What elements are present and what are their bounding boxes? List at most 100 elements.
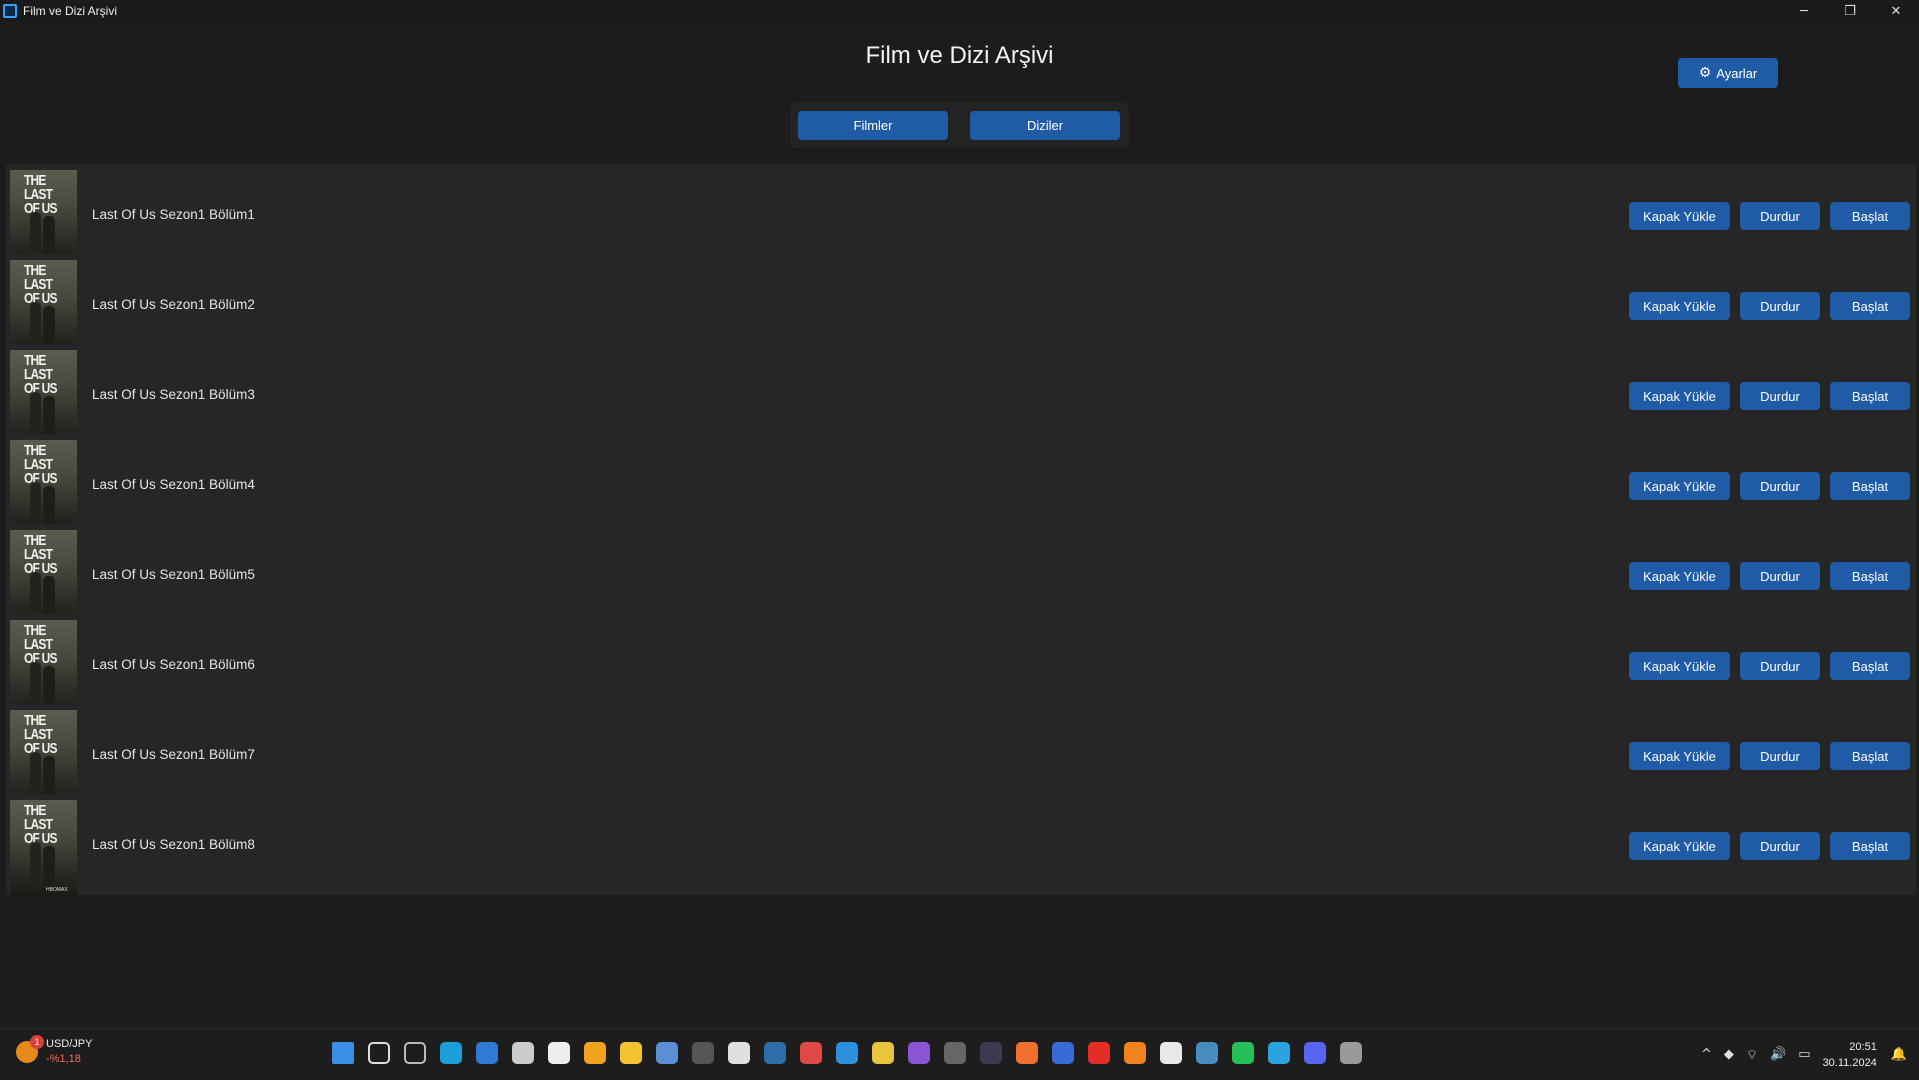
whatsapp-icon[interactable] <box>1228 1038 1258 1068</box>
currency-widget[interactable]: 1 USD/JPY -%1,18 <box>16 1035 92 1067</box>
load-cover-button[interactable]: Kapak Yükle <box>1629 562 1730 590</box>
wifi-icon[interactable]: ⌔ <box>1746 1047 1758 1063</box>
stop-button[interactable]: Durdur <box>1740 382 1820 410</box>
episode-title: Last Of Us Sezon1 Bölüm6 <box>92 657 255 672</box>
davinci-icon[interactable] <box>976 1038 1006 1068</box>
episode-row[interactable]: THE LAST OF US HBOMAX Last Of Us Sezon1 … <box>6 794 1916 896</box>
episode-row[interactable]: THE LAST OF US HBOMAX Last Of Us Sezon1 … <box>6 524 1916 626</box>
godot-icon[interactable] <box>1192 1038 1222 1068</box>
poster-thumbnail: THE LAST OF US HBOMAX <box>10 170 77 266</box>
poster-figure <box>30 572 41 620</box>
steam-tray-icon[interactable]: ◆ <box>1724 1047 1734 1062</box>
battery-icon[interactable]: ▭ <box>1798 1047 1810 1062</box>
stop-button[interactable]: Durdur <box>1740 742 1820 770</box>
widget-icon: 1 <box>16 1035 44 1063</box>
episode-title: Last Of Us Sezon1 Bölüm3 <box>92 387 255 402</box>
poster-thumbnail: THE LAST OF US HBOMAX <box>10 800 77 896</box>
start-button[interactable]: Başlat <box>1830 472 1910 500</box>
stop-button[interactable]: Durdur <box>1740 832 1820 860</box>
tab-series[interactable]: Diziler <box>970 111 1120 140</box>
connect-icon[interactable] <box>1048 1038 1078 1068</box>
header: Film ve Dizi Arşivi ⚙ Ayarlar Filmler Di… <box>0 22 1919 158</box>
stop-button[interactable]: Durdur <box>1740 202 1820 230</box>
python-icon[interactable] <box>868 1038 898 1068</box>
file-explorer-icon[interactable] <box>616 1038 646 1068</box>
episode-row[interactable]: THE LAST OF US HBOMAX Last Of Us Sezon1 … <box>6 434 1916 536</box>
start-button[interactable]: Başlat <box>1830 202 1910 230</box>
game-icon[interactable] <box>796 1038 826 1068</box>
poster-thumbnail: THE LAST OF US HBOMAX <box>10 440 77 536</box>
window-title: Film ve Dizi Arşivi <box>23 4 118 18</box>
episode-title: Last Of Us Sezon1 Bölüm2 <box>92 297 255 312</box>
page-title: Film ve Dizi Arşivi <box>865 42 1054 69</box>
stop-button[interactable]: Durdur <box>1740 472 1820 500</box>
volume-icon[interactable]: 🔊 <box>1770 1047 1786 1062</box>
vscode-icon[interactable] <box>832 1038 862 1068</box>
maximize-button[interactable]: ❐ <box>1827 0 1873 22</box>
qbittorrent-icon[interactable] <box>652 1038 682 1068</box>
poster-figure <box>30 212 41 260</box>
windows-start-icon[interactable] <box>328 1038 358 1068</box>
search-icon[interactable] <box>364 1038 394 1068</box>
app-icon <box>3 4 17 18</box>
edge-icon[interactable] <box>436 1038 466 1068</box>
episode-list[interactable]: THE LAST OF US HBOMAX Last Of Us Sezon1 … <box>0 158 1919 1028</box>
episode-row[interactable]: THE LAST OF US HBOMAX Last Of Us Sezon1 … <box>6 344 1916 446</box>
start-button[interactable]: Başlat <box>1830 832 1910 860</box>
weather-icon[interactable] <box>580 1038 610 1068</box>
settings-button[interactable]: ⚙ Ayarlar <box>1678 58 1778 88</box>
episode-title: Last Of Us Sezon1 Bölüm8 <box>92 837 255 852</box>
start-button[interactable]: Başlat <box>1830 652 1910 680</box>
clock[interactable]: 20:51 30.11.2024 <box>1823 1039 1877 1071</box>
load-cover-button[interactable]: Kapak Yükle <box>1629 202 1730 230</box>
settings-icon[interactable] <box>1336 1038 1366 1068</box>
epic-games-icon[interactable] <box>688 1038 718 1068</box>
clipchamp-icon[interactable] <box>904 1038 934 1068</box>
episode-title: Last Of Us Sezon1 Bölüm7 <box>92 747 255 762</box>
start-button[interactable]: Başlat <box>1830 382 1910 410</box>
app-icon[interactable] <box>508 1038 538 1068</box>
episode-row[interactable]: THE LAST OF US HBOMAX Last Of Us Sezon1 … <box>6 254 1916 356</box>
steam-icon[interactable] <box>760 1038 790 1068</box>
load-cover-button[interactable]: Kapak Yükle <box>1629 292 1730 320</box>
xampp-icon[interactable] <box>1012 1038 1042 1068</box>
load-cover-button[interactable]: Kapak Yükle <box>1629 742 1730 770</box>
notification-bell-icon[interactable]: 🔔 <box>1891 1047 1907 1062</box>
unreal-icon[interactable] <box>1156 1038 1186 1068</box>
episode-row[interactable]: THE LAST OF US HBOMAX Last Of Us Sezon1 … <box>6 704 1916 806</box>
load-cover-button[interactable]: Kapak Yükle <box>1629 382 1730 410</box>
gear-icon: ⚙ <box>1698 65 1712 81</box>
taskbar: 1 USD/JPY -%1,18 ^ ◆ ⌔ 🔊 ▭ 20:51 30.11.2… <box>0 1028 1919 1079</box>
discord-icon[interactable] <box>1300 1038 1330 1068</box>
tab-movies[interactable]: Filmler <box>798 111 948 140</box>
task-view-icon[interactable] <box>400 1038 430 1068</box>
date: 30.11.2024 <box>1822 1056 1877 1069</box>
obs-icon[interactable] <box>940 1038 970 1068</box>
start-button[interactable]: Başlat <box>1830 742 1910 770</box>
telegram-icon[interactable] <box>1264 1038 1294 1068</box>
browser-icon[interactable] <box>472 1038 502 1068</box>
stop-button[interactable]: Durdur <box>1740 562 1820 590</box>
store-icon[interactable] <box>724 1038 754 1068</box>
load-cover-button[interactable]: Kapak Yükle <box>1629 472 1730 500</box>
episode-title: Last Of Us Sezon1 Bölüm1 <box>92 207 255 222</box>
title-bar: Film ve Dizi Arşivi ─ ❐ ✕ <box>0 0 1919 22</box>
stop-button[interactable]: Durdur <box>1740 292 1820 320</box>
blender-icon[interactable] <box>1120 1038 1150 1068</box>
show-hidden-icon[interactable]: ^ <box>1701 1047 1712 1062</box>
episode-row[interactable]: THE LAST OF US HBOMAX Last Of Us Sezon1 … <box>6 164 1916 266</box>
poster-thumbnail: THE LAST OF US HBOMAX <box>10 710 77 806</box>
load-cover-button[interactable]: Kapak Yükle <box>1629 832 1730 860</box>
start-button[interactable]: Başlat <box>1830 562 1910 590</box>
start-button[interactable]: Başlat <box>1830 292 1910 320</box>
zed-icon[interactable] <box>544 1038 574 1068</box>
minimize-button[interactable]: ─ <box>1781 0 1827 22</box>
poster-figure <box>30 392 41 440</box>
load-cover-button[interactable]: Kapak Yükle <box>1629 652 1730 680</box>
close-button[interactable]: ✕ <box>1873 0 1919 22</box>
episode-row[interactable]: THE LAST OF US HBOMAX Last Of Us Sezon1 … <box>6 614 1916 716</box>
episode-title: Last Of Us Sezon1 Bölüm4 <box>92 477 255 492</box>
youtube-icon[interactable] <box>1084 1038 1114 1068</box>
widget-change: -%1,18 <box>46 1053 81 1065</box>
stop-button[interactable]: Durdur <box>1740 652 1820 680</box>
